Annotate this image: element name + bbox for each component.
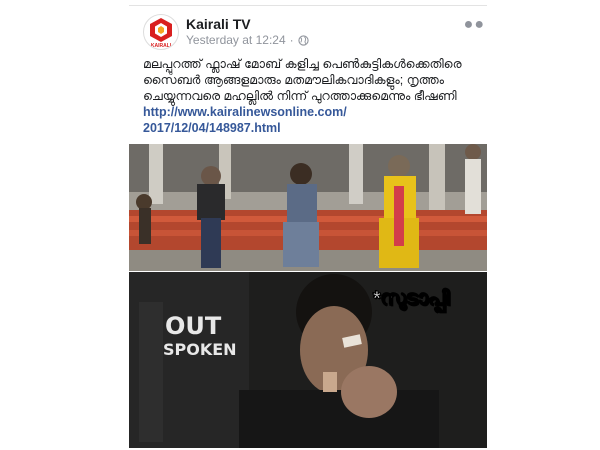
- meme-caption: *സുടാപ്പി: [373, 288, 451, 311]
- post-body: മലപ്പുറത്ത് ഫ്ലാഷ് മോബ് കളിച്ച പെൺകുട്ടി…: [143, 56, 479, 136]
- link-line-2: 2017/12/04/148987.html: [143, 121, 281, 135]
- outspoken-logo-word1: OUT: [165, 312, 222, 340]
- divider: [129, 5, 487, 6]
- post-header: KAIRALI Kairali TV Yesterday at 12:24 · …: [129, 8, 487, 52]
- facebook-post: KAIRALI Kairali TV Yesterday at 12:24 · …: [129, 0, 487, 450]
- avatar-logo-text: KAIRALI: [151, 43, 172, 49]
- avatar[interactable]: KAIRALI: [143, 14, 179, 50]
- meme-image[interactable]: OUT SPOKEN *സുടാപ്പി: [129, 272, 487, 448]
- kairali-logo-icon: KAIRALI: [150, 18, 172, 49]
- flash-mob-illustration: [129, 144, 487, 271]
- post-meta: Yesterday at 12:24 ·: [186, 33, 309, 47]
- link-line-1: http://www.kairalinewsonline.com/: [143, 105, 347, 119]
- globe-icon[interactable]: [298, 34, 309, 46]
- more-options-icon[interactable]: ●●: [464, 16, 485, 34]
- post-text: മലപ്പുറത്ത് ഫ്ലാഷ് മോബ് കളിച്ച പെൺകുട്ടി…: [143, 57, 462, 103]
- outspoken-logo-word2: SPOKEN: [163, 340, 237, 359]
- meta-separator: ·: [289, 33, 294, 47]
- page-name-link[interactable]: Kairali TV: [186, 16, 251, 32]
- post-timestamp[interactable]: Yesterday at 12:24: [186, 33, 286, 47]
- flash-mob-photo[interactable]: [129, 144, 487, 271]
- article-link[interactable]: http://www.kairalinewsonline.com/ 2017/1…: [143, 104, 479, 136]
